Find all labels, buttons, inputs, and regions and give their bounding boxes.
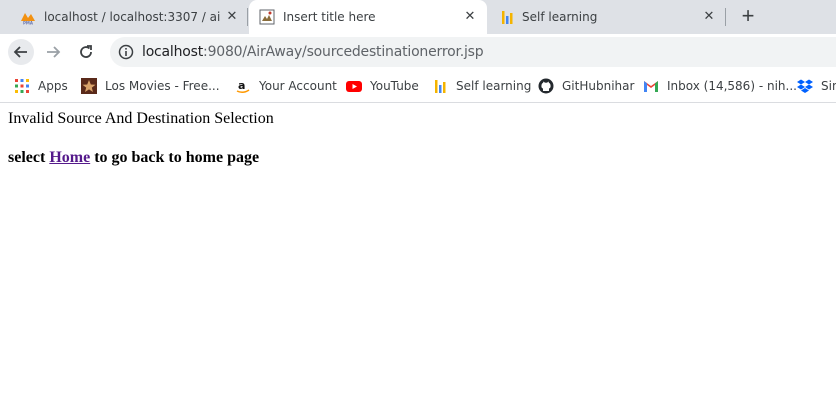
bookmark-dropbox[interactable]: Sin (797, 78, 836, 94)
bookmark-label: YouTube (370, 79, 419, 93)
gmail-icon (644, 81, 658, 92)
bookmark-label: Self learning (456, 79, 532, 93)
bookmark-label: Apps (38, 79, 68, 93)
info-icon[interactable] (118, 44, 134, 60)
tab-separator (247, 8, 248, 26)
amazon-icon: a (236, 79, 250, 94)
phpmyadmin-icon: PMA (21, 13, 35, 26)
apps-grid-icon (15, 79, 29, 93)
url-text: localhost:9080/AirAway/sourcedestination… (142, 44, 484, 60)
tab-self-learning[interactable]: Self learning ✕ (489, 0, 725, 34)
bookmarks-bar: Apps Los Movies - Free... a Your Account… (0, 70, 836, 103)
tab-title: localhost / localhost:3307 / airaw (44, 10, 220, 24)
reload-button[interactable] (73, 39, 99, 65)
bookmark-your-account[interactable]: a Your Account (235, 78, 337, 94)
arrow-right-icon (47, 46, 61, 58)
svg-text:a: a (238, 79, 245, 92)
browser-toolbar: localhost:9080/AirAway/sourcedestination… (0, 34, 836, 70)
bookmark-github[interactable]: GitHubnihar (538, 78, 634, 94)
bookmark-label: Your Account (259, 79, 337, 93)
tab-title: Self learning (522, 10, 598, 24)
bookmark-label: Los Movies - Free... (105, 79, 220, 93)
dropbox-icon (797, 79, 813, 93)
url-host: localhost (142, 44, 204, 60)
close-icon[interactable]: ✕ (462, 9, 478, 25)
address-bar[interactable]: localhost:9080/AirAway/sourcedestination… (110, 37, 836, 67)
github-icon (538, 78, 554, 94)
youtube-icon (346, 81, 362, 92)
broken-image-icon (259, 9, 275, 25)
arrow-left-icon (13, 46, 27, 58)
new-tab-button[interactable]: + (736, 5, 760, 29)
bar-chart-icon (435, 80, 446, 93)
bookmark-gmail-inbox[interactable]: Inbox (14,586) - nih... (643, 78, 797, 94)
bookmark-label: GitHubnihar (562, 79, 635, 93)
back-button[interactable] (8, 39, 34, 65)
bar-chart-icon (502, 11, 513, 24)
tab-insert-title[interactable]: Insert title here ✕ (249, 0, 487, 34)
bookmark-label: Inbox (14,586) - nih... (667, 79, 797, 93)
tab-separator (725, 8, 726, 26)
forward-button[interactable] (40, 39, 66, 65)
error-message: Invalid Source And Destination Selection (8, 110, 274, 127)
star-movies-icon (81, 78, 97, 94)
bookmark-youtube[interactable]: YouTube (346, 78, 419, 94)
bookmark-los-movies[interactable]: Los Movies - Free... (81, 78, 220, 94)
close-icon[interactable]: ✕ (224, 9, 240, 25)
bookmark-apps[interactable]: Apps (14, 78, 68, 94)
reload-icon (80, 45, 92, 58)
bookmark-label: Sin (821, 79, 836, 93)
tab-phpmyadmin[interactable]: PMA localhost / localhost:3307 / airaw ✕ (8, 0, 246, 34)
svg-text:PMA: PMA (23, 21, 34, 26)
instruction-prefix: select (8, 149, 46, 166)
instruction-suffix: to go back to home page (94, 149, 260, 166)
home-link[interactable]: Home (49, 149, 90, 166)
url-path: :9080/AirAway/sourcedestinationerror.jsp (203, 44, 484, 60)
bookmark-self-learning[interactable]: Self learning (432, 78, 531, 94)
tab-strip: PMA localhost / localhost:3307 / airaw ✕… (0, 0, 836, 34)
tab-title: Insert title here (283, 10, 376, 24)
close-icon[interactable]: ✕ (701, 9, 717, 25)
back-home-instruction: select Home to go back to home page (8, 149, 259, 167)
